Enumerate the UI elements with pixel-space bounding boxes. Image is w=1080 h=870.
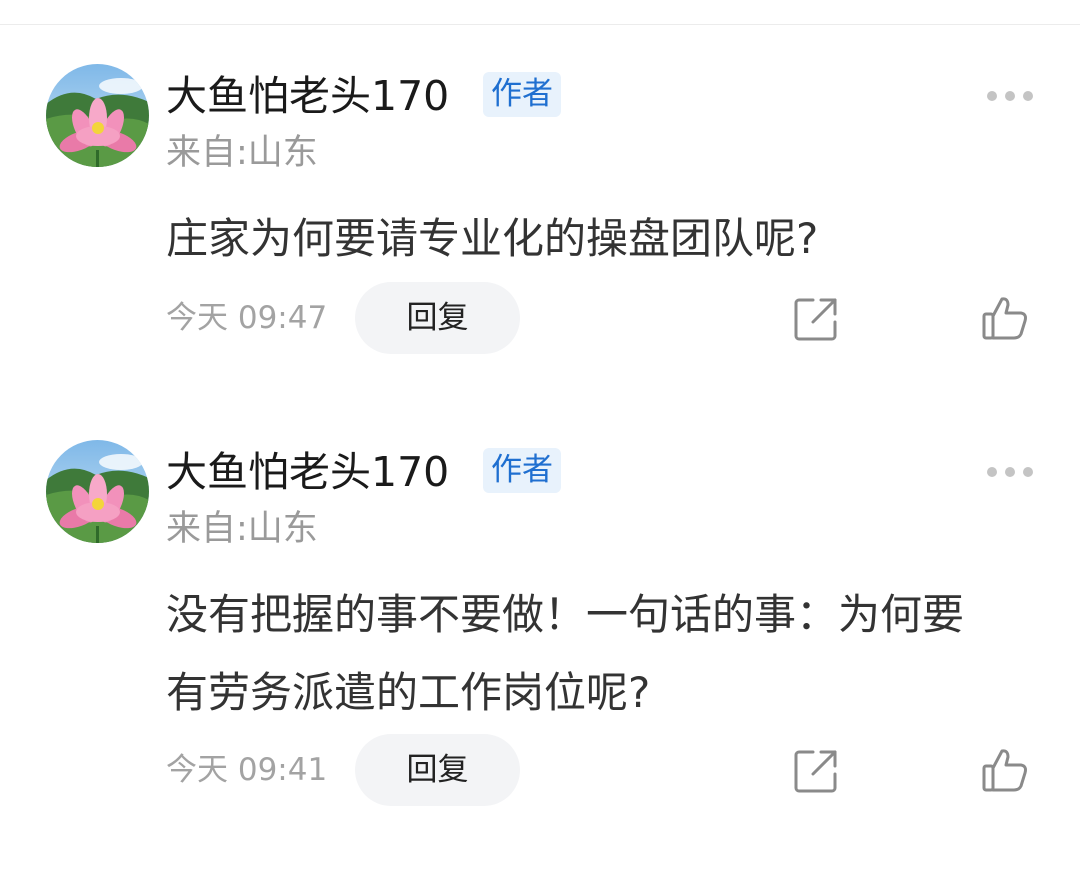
username[interactable]: 大鱼怕老头170	[166, 446, 449, 498]
share-icon[interactable]	[793, 296, 839, 342]
avatar[interactable]	[46, 64, 149, 167]
thumbs-up-icon[interactable]	[981, 746, 1029, 794]
comment-item: 大鱼怕老头170 作者 来自:山东 庄家为何要请专业化的操盘团队呢? 今天 09…	[0, 64, 1080, 364]
more-dots-icon[interactable]	[985, 84, 1035, 108]
timestamp: 今天 09:41	[166, 752, 328, 788]
location-label: 来自:山东	[166, 133, 318, 173]
top-divider	[0, 24, 1080, 25]
username[interactable]: 大鱼怕老头170	[166, 70, 449, 122]
action-row: 今天 09:41 回复	[0, 734, 1080, 806]
comment-item: 大鱼怕老头170 作者 来自:山东 没有把握的事不要做！一句话的事：为何要有劳务…	[0, 440, 1080, 820]
author-badge: 作者	[483, 72, 561, 117]
action-row: 今天 09:47 回复	[0, 282, 1080, 354]
comment-content: 庄家为何要请专业化的操盘团队呢?	[166, 214, 819, 263]
share-icon[interactable]	[793, 748, 839, 794]
author-badge: 作者	[483, 448, 561, 493]
reply-button[interactable]: 回复	[355, 734, 520, 806]
location-label: 来自:山东	[166, 509, 318, 549]
thumbs-up-icon[interactable]	[981, 294, 1029, 342]
timestamp: 今天 09:47	[166, 300, 328, 336]
more-dots-icon[interactable]	[985, 460, 1035, 484]
avatar[interactable]	[46, 440, 149, 543]
comment-content: 没有把握的事不要做！一句话的事：为何要有劳务派遣的工作岗位呢?	[166, 590, 965, 717]
reply-button[interactable]: 回复	[355, 282, 520, 354]
